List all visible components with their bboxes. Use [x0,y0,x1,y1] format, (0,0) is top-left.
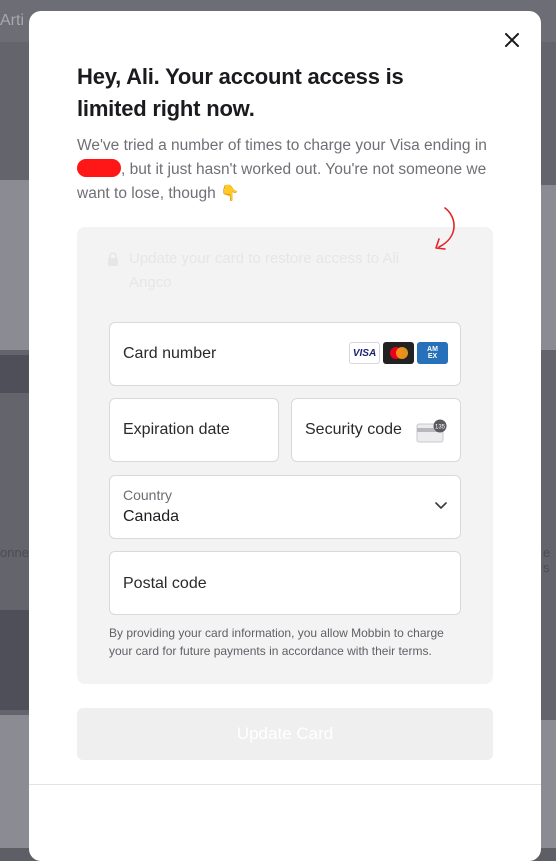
description-start: We've tried a number of times to charge … [77,137,487,154]
lock-icon [108,252,118,266]
payment-form-panel: Update your card to restore access to Al… [77,207,493,684]
card-number-label: Card number [123,345,217,362]
postal-code-label: Postal code [123,575,207,592]
cvc-icon-text: 135 [435,425,446,431]
expiration-date-label: Expiration date [123,421,230,438]
chevron-down-icon [435,502,447,509]
card-brand-logos: VISA AM EX [349,342,448,364]
redacted-card-digits [77,159,121,177]
cvc-card-icon: 135 [416,419,447,443]
close-icon [505,33,519,47]
notice-text: Update your card to restore access to Al… [129,250,400,291]
footer-divider [29,784,541,785]
visa-icon: VISA [349,342,380,364]
mastercard-icon [383,342,414,364]
background-strip-left [0,355,29,393]
modal-description: We've tried a number of times to charge … [77,134,497,206]
background-card-left [0,180,29,350]
security-code-field[interactable]: Security code 135 [291,398,461,462]
modal-heading: Hey, Ali. Your account access is limited… [77,64,404,121]
update-notice: Update your card to restore access to Al… [108,247,439,295]
background-text-right: e s [543,545,551,575]
curved-arrow-icon [435,207,455,250]
background-card-right [541,185,556,350]
background-card-bottom-right [541,720,556,848]
country-value: Canada [123,508,180,525]
description-end: , but it just hasn't worked out. You're … [77,161,487,202]
close-button[interactable] [501,29,523,51]
background-block-left [0,610,29,710]
card-number-field[interactable]: Card number VISA AM EX [109,322,461,386]
account-limited-modal: Hey, Ali. Your account access is limited… [29,11,541,861]
update-card-button[interactable]: Update Card [77,708,493,760]
security-code-label: Security code [305,421,402,438]
background-card-bottom-left [0,715,29,848]
postal-code-field[interactable]: Postal code [109,551,461,615]
amex-icon: AM EX [417,342,448,364]
expiration-date-field[interactable]: Expiration date [109,398,279,462]
country-label: Country [123,487,173,503]
terms-text: By providing your card information, you … [109,626,444,658]
background-title: Arti [0,12,24,29]
background-text-left: onne [0,545,29,560]
country-select[interactable]: Country Canada [109,475,461,539]
